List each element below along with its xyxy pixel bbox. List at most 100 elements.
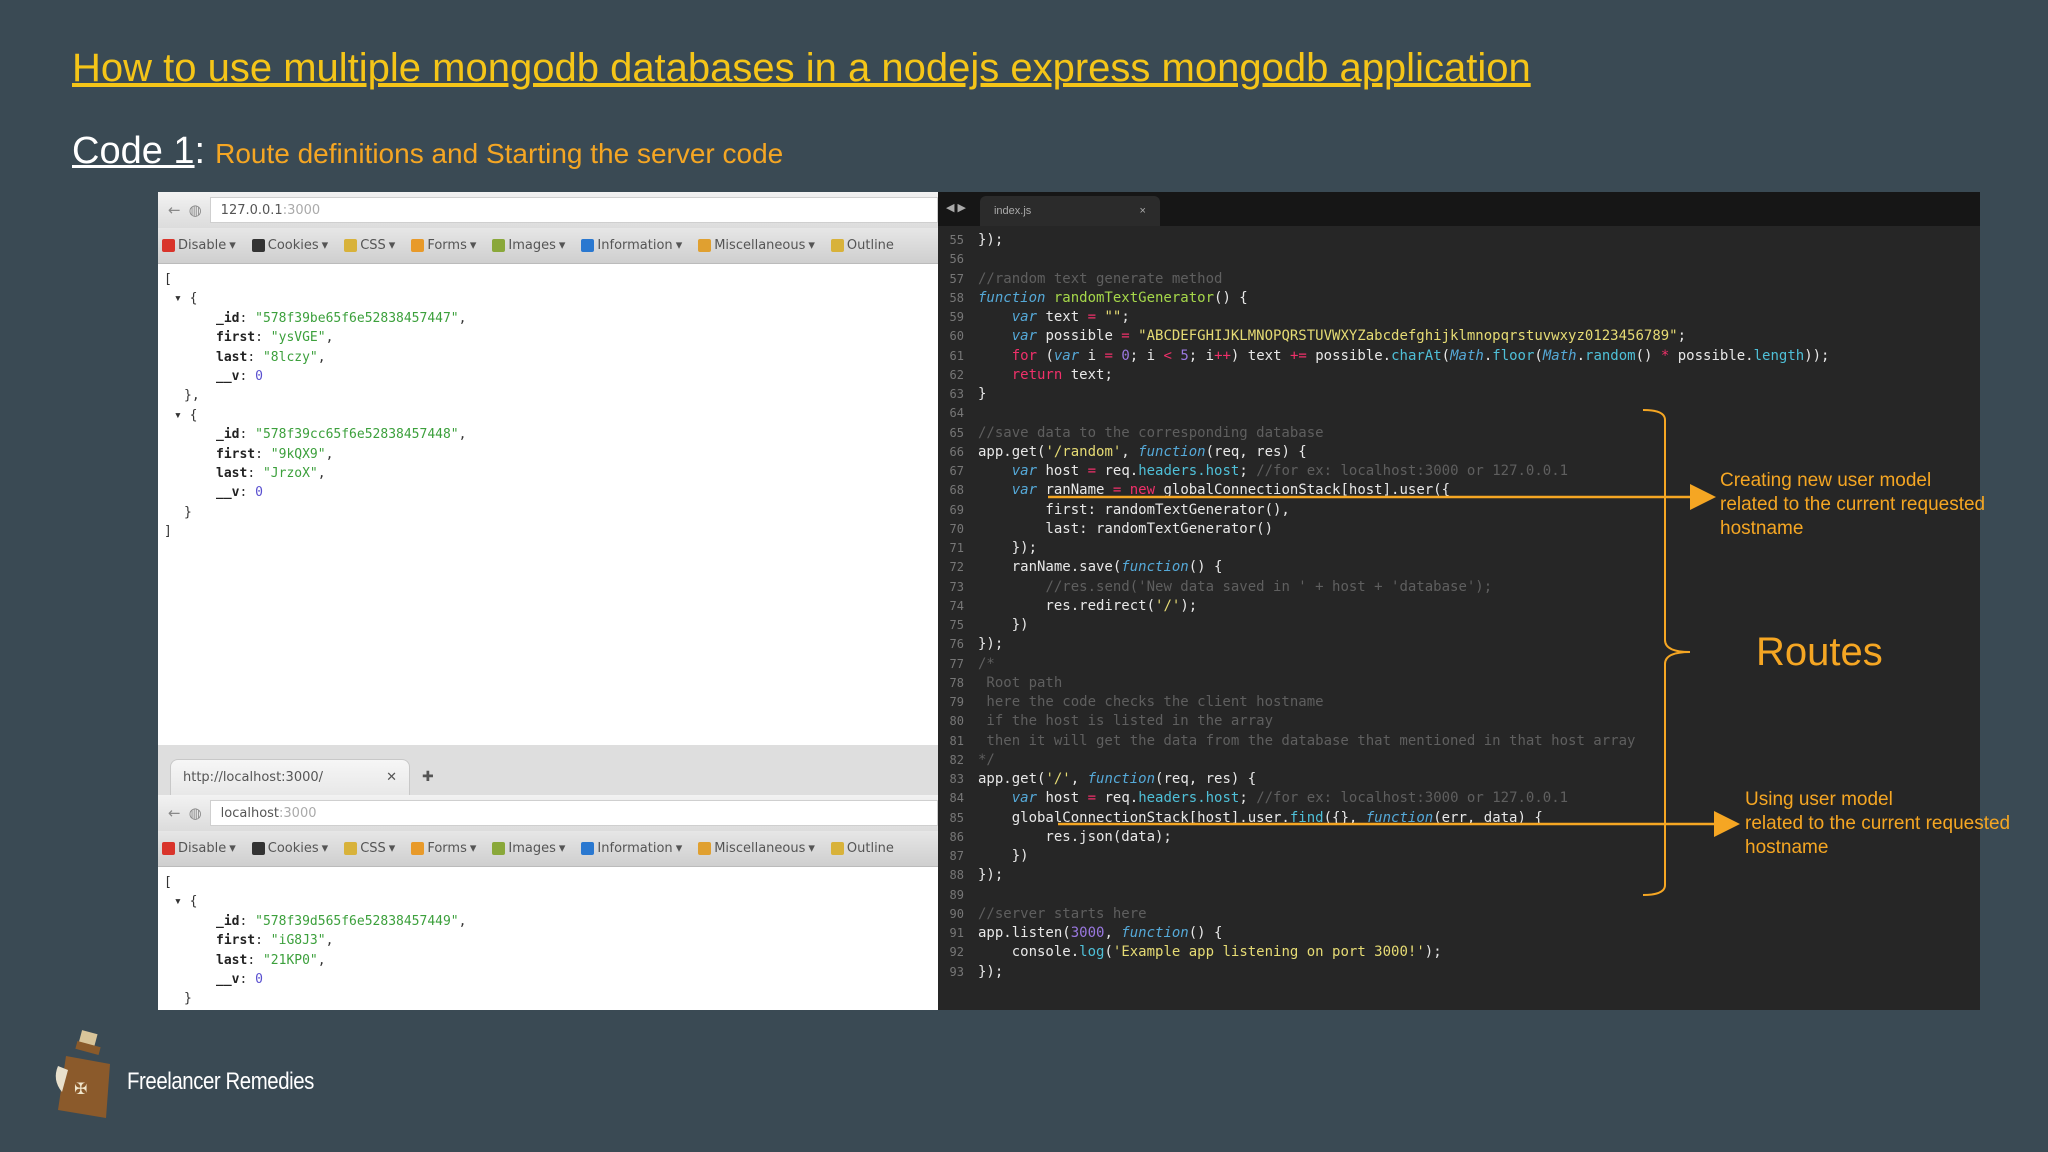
url-input[interactable]: localhost:3000 [209, 800, 938, 826]
code-token: headers.host [1138, 463, 1240, 479]
toolbar-item-information[interactable]: Information ▾ [581, 238, 682, 253]
url-host: localhost [220, 805, 280, 821]
editor-tab[interactable]: index.js × [979, 196, 1160, 226]
code-text: app.get('/', function(req, res) { [978, 770, 1256, 789]
code-token: ); [1424, 944, 1442, 961]
toolbar-item-images[interactable]: Images ▾ [492, 841, 565, 856]
code-token: console. [978, 944, 1080, 961]
json-value: "JrzoX" [262, 466, 318, 482]
url-input[interactable]: 127.0.0.1:3000 [209, 197, 938, 223]
dropdown-arrow-icon: ▾ [321, 841, 329, 856]
css-icon [344, 239, 358, 252]
json-line: _id: "578f39cc65f6e52838457448", [164, 425, 932, 444]
toolbar-item-forms[interactable]: Forms ▾ [411, 841, 476, 856]
toolbar-item-outline[interactable]: Outline [830, 238, 894, 253]
code-line: 63} [938, 385, 1980, 404]
close-tab-icon[interactable]: ✕ [386, 770, 397, 785]
code-line: 55}); [938, 231, 1980, 250]
toolbar-item-images[interactable]: Images ▾ [492, 238, 565, 253]
tab-nav-arrows-icon[interactable]: ◀ ▶ [946, 201, 966, 226]
toolbar-label: Outline [846, 841, 894, 856]
code-line: 58 function randomTextGenerator() { [938, 289, 1980, 308]
back-icon[interactable]: ← [168, 201, 181, 219]
json-punct: , [458, 310, 467, 326]
code-token: } [978, 386, 987, 402]
code-token: 3000 [1070, 925, 1105, 941]
toolbar-item-information[interactable]: Information ▾ [581, 841, 682, 856]
line-number: 60 [949, 329, 964, 344]
page-title[interactable]: How to use multiple mongodb databases in… [72, 46, 1531, 91]
close-icon[interactable]: × [1140, 205, 1146, 217]
dropdown-arrow-icon: ▾ [469, 841, 477, 856]
toolbar-item-css[interactable]: CSS ▾ [344, 238, 395, 253]
code-text: }); [978, 539, 1037, 558]
json-punct: , [317, 349, 326, 365]
new-tab-icon[interactable]: ✚ [422, 769, 434, 795]
json-line: ] [164, 1009, 932, 1010]
browser-tab[interactable]: http://localhost:3000/ ✕ [170, 759, 410, 795]
code-token: Math [1542, 347, 1577, 364]
json-value: 0 [255, 972, 263, 988]
code-token: = new [1112, 482, 1156, 499]
code-text: if the host is listed in the array [978, 712, 1273, 731]
code-token: , [1070, 771, 1088, 787]
code-line: 82 */ [938, 751, 1980, 770]
toolbar-item-disable[interactable]: Disable ▾ [162, 238, 236, 253]
code-line: 59 var text = ""; [938, 308, 1980, 327]
code-text: res.json(data); [978, 828, 1171, 847]
code-token: = [1087, 790, 1097, 807]
back-icon[interactable]: ← [168, 804, 181, 822]
code-token: ; [1239, 790, 1257, 807]
section-heading: Code 1: Route definitions and Starting th… [72, 130, 783, 173]
code-token: var [1011, 482, 1046, 499]
toolbar-item-miscellaneous[interactable]: Miscellaneous ▾ [698, 238, 815, 253]
line-number: 84 [949, 791, 964, 806]
line-number: 83 [949, 772, 964, 786]
code-token: ranName [1045, 482, 1113, 499]
json-punct: : [247, 466, 263, 482]
information-icon [581, 842, 595, 855]
json-value: "iG8J3" [270, 933, 326, 949]
code-line: 56 [938, 250, 1980, 269]
json-line: __v: 0 [164, 367, 932, 386]
toolbar-item-disable[interactable]: Disable ▾ [162, 841, 236, 856]
toolbar-item-cookies[interactable]: Cookies ▾ [251, 238, 329, 253]
toolbar-item-miscellaneous[interactable]: Miscellaneous ▾ [698, 841, 815, 856]
toolbar-item-outline[interactable]: Outline [830, 841, 894, 856]
json-key: first [216, 330, 256, 346]
json-punct: : [239, 972, 256, 988]
code-token: }); [978, 867, 1004, 884]
toolbar-item-cookies[interactable]: Cookies ▾ [251, 841, 329, 856]
line-number: 92 [949, 945, 964, 960]
annotation-line: Creating new user model [1720, 470, 1932, 491]
json-value: "21KP0" [262, 952, 318, 968]
toolbar-item-css[interactable]: CSS ▾ [344, 841, 395, 856]
site-info-icon[interactable]: ◍ [189, 201, 202, 219]
code-token: 0 [1112, 347, 1130, 364]
code-token: , [1104, 925, 1122, 941]
outline-icon [830, 239, 844, 252]
dropdown-arrow-icon: ▾ [675, 841, 683, 856]
code-token: < [1163, 347, 1172, 364]
line-number: 57 [949, 271, 964, 286]
cookies-icon [251, 842, 265, 855]
toolbar-label: Disable [178, 841, 227, 856]
line-number: 58 [949, 290, 964, 305]
site-info-icon[interactable]: ◍ [189, 804, 202, 822]
collapse-toggle-icon: ▾ [174, 894, 190, 910]
json-punct: } [184, 504, 192, 520]
code-token: ) text [1230, 347, 1290, 364]
dropdown-arrow-icon: ▾ [321, 238, 329, 253]
json-punct: : [239, 427, 256, 443]
code-token: ); [1180, 597, 1198, 614]
json-key: __v [216, 485, 240, 501]
code-line: 60 var possible = "ABCDEFGHIJKLMNOPQRSTU… [938, 327, 1980, 346]
toolbar-label: Images [508, 238, 556, 253]
code-token: ++ [1214, 347, 1231, 364]
code-content[interactable]: 55}); 56 57//random text generate method 58… [938, 226, 1980, 982]
collapse-toggle-icon: ▾ [174, 407, 190, 423]
toolbar-item-forms[interactable]: Forms ▾ [411, 238, 476, 253]
code-token: (req, res) { [1155, 771, 1257, 787]
